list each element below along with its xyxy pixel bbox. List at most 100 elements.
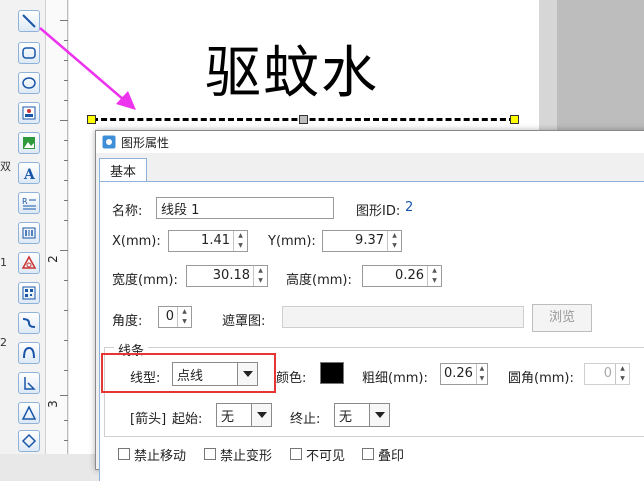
ruler-tick [64,40,68,41]
tab-basic[interactable]: 基本 [99,158,148,181]
angle-stepper-arrows[interactable]: ▲ ▼ [177,307,191,327]
diamond-tool-button[interactable] [18,430,40,452]
rich-text-tool-button[interactable]: R [18,192,40,214]
angle-value: 0 [165,309,174,324]
spin-down-icon[interactable]: ▼ [616,374,629,384]
shape-tool-button[interactable] [18,252,40,274]
spin-up-icon[interactable]: ▲ [388,231,401,241]
lock-resize-checkbox[interactable] [204,448,216,460]
vertical-ruler: 2 3 [46,0,68,454]
ruler-tick [64,100,68,101]
thickness-value: 0.26 [444,366,473,381]
spin-up-icon[interactable]: ▲ [178,307,191,317]
y-stepper-arrows[interactable]: ▲ ▼ [387,231,401,251]
edge-label: 双 [0,160,11,173]
canvas-text-object[interactable]: 驱蚊水 [205,28,379,109]
text-tool-button[interactable]: A [18,162,40,184]
corner-stepper-arrows[interactable]: ▲ ▼ [615,364,629,384]
spin-up-icon[interactable]: ▲ [234,231,247,241]
picture-icon [23,137,35,149]
lock-move-checkbox[interactable] [118,448,130,460]
selection-handle-right[interactable] [510,115,519,124]
polyline-tool-button[interactable] [18,372,40,394]
thickness-stepper-arrows[interactable]: ▲ ▼ [475,364,487,384]
y-stepper[interactable]: 9.37 ▲ ▼ [322,230,402,252]
angle-label: 角度: [112,314,143,329]
line-tool-button[interactable] [18,10,40,32]
spin-up-icon[interactable]: ▲ [254,266,267,276]
ruler-tick [64,140,68,141]
arc-tool-button[interactable] [18,342,40,364]
image-tool-button[interactable] [18,102,40,124]
ruler-tick [64,280,68,281]
height-stepper[interactable]: 0.26 ▲ ▼ [362,265,442,287]
arrow-start-select[interactable]: 无 [216,403,272,427]
selection-handle-left[interactable] [87,115,96,124]
ruler-tick [60,250,68,251]
arc-icon [23,346,35,359]
arrow-start-label: 起始: [172,412,203,427]
picture-tool-button[interactable] [18,132,40,154]
svg-text:R: R [22,197,28,206]
spin-up-icon[interactable]: ▲ [477,364,487,374]
invisible-checkbox[interactable] [290,448,302,460]
ruler-tick [64,180,68,181]
x-stepper[interactable]: 1.41 ▲ ▼ [168,230,248,252]
name-input[interactable] [156,197,334,219]
ellipse-tool-button[interactable] [18,72,40,94]
tool-strip: 双 1 2 A R [0,0,46,454]
triangle-tool-button[interactable] [18,402,40,424]
spin-down-icon[interactable]: ▼ [477,374,487,384]
rounded-rect-tool-button[interactable] [18,42,40,64]
spin-down-icon[interactable]: ▼ [428,276,441,286]
spin-down-icon[interactable]: ▼ [234,241,247,251]
height-label: 高度(mm): [286,273,352,288]
lock-move-label: 禁止移动 [134,449,187,464]
arrow-end-select[interactable]: 无 [334,403,390,427]
rounded-rectangle-icon [22,47,36,59]
ruler-number: 2 [45,255,60,263]
width-stepper[interactable]: 30.18 ▲ ▼ [186,265,268,287]
ruler-tick [60,395,68,396]
ruler-tick [64,200,68,201]
height-stepper-arrows[interactable]: ▲ ▼ [427,266,441,286]
width-label: 宽度(mm): [112,273,178,288]
browse-button[interactable]: 浏览 [532,304,592,332]
spin-up-icon[interactable]: ▲ [428,266,441,276]
angle-stepper[interactable]: 0 ▲ ▼ [158,306,192,328]
arrow-end-value: 无 [339,409,353,425]
shape-id-label: 图形ID: [356,204,401,219]
spin-down-icon[interactable]: ▼ [254,276,267,286]
selection-handle-middle[interactable] [299,115,308,124]
dialog-tabs: 基本 [99,158,148,181]
ruler-tick [64,440,68,441]
spin-down-icon[interactable]: ▼ [178,317,191,327]
dialog-title: 图形属性 [121,135,170,150]
barcode-tool-button[interactable] [18,222,40,244]
color-swatch[interactable] [320,362,344,384]
ruler-tick [64,340,68,341]
line-icon [22,14,36,28]
dropdown-arrow-icon[interactable] [251,404,271,426]
rich-text-icon: R [22,197,36,210]
name-label: 名称: [112,204,143,219]
curve-tool-button[interactable] [18,312,40,334]
spin-up-icon[interactable]: ▲ [616,364,629,374]
ruler-tick [60,120,68,121]
ruler-tick [64,420,68,421]
mask-input[interactable] [282,306,524,328]
qrcode-tool-button[interactable] [18,282,40,304]
corner-stepper[interactable]: 0 ▲ ▼ [584,363,630,385]
thickness-stepper[interactable]: 0.26 ▲ ▼ [440,363,488,385]
dialog-titlebar[interactable]: 图形属性 [96,131,644,153]
overprint-checkbox[interactable] [362,448,374,460]
curve-icon [22,318,36,328]
width-stepper-arrows[interactable]: ▲ ▼ [253,266,267,286]
x-stepper-arrows[interactable]: ▲ ▼ [233,231,247,251]
width-value: 30.18 [212,268,250,283]
spin-down-icon[interactable]: ▼ [388,241,401,251]
edge-label: 2 [0,336,7,349]
ruler-tick [64,220,68,221]
dropdown-arrow-icon[interactable] [369,404,389,426]
y-value: 9.37 [355,233,384,248]
